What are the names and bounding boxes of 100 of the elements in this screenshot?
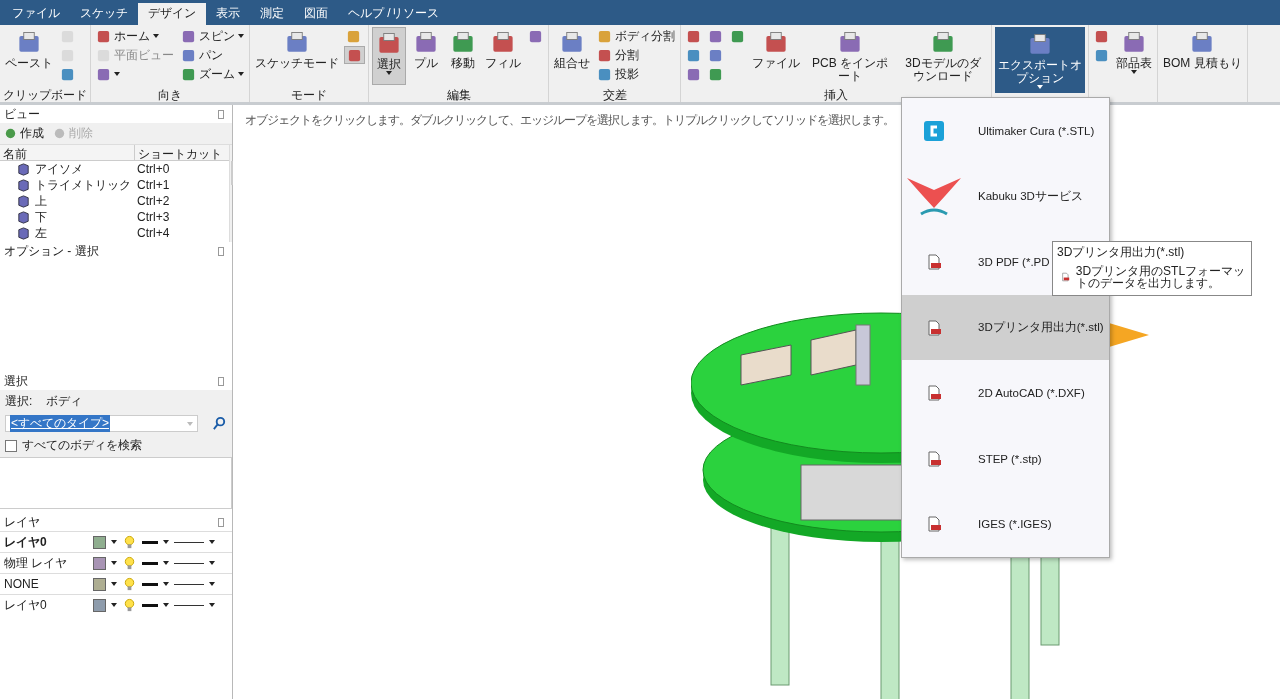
menu-tab[interactable]: スケッチ [70, 3, 138, 25]
ribbon-button[interactable]: 投影 [595, 65, 677, 83]
line-weight-icon[interactable] [142, 540, 158, 544]
tool-icon [181, 66, 196, 82]
line-style-icon[interactable] [174, 541, 204, 543]
view-name[interactable]: 左 [35, 224, 47, 242]
ribbon-button[interactable]: 3Dモデルのダウンロード [898, 27, 988, 85]
selection-value: ボディ [46, 393, 83, 410]
ribbon-button[interactable]: ボディ分割 [595, 27, 677, 45]
menu-item[interactable]: 2D AutoCAD (*.DXF) [902, 360, 1109, 426]
caret-icon[interactable] [163, 582, 169, 586]
color-swatch[interactable] [93, 535, 106, 549]
tool-icon [181, 28, 196, 44]
tool-icon [708, 47, 723, 63]
caret-icon[interactable] [209, 540, 215, 544]
type-dropdown[interactable]: <すべてのタイプ> [5, 415, 198, 432]
color-swatch[interactable] [93, 577, 106, 591]
line-style-icon[interactable] [174, 562, 204, 564]
caret-icon[interactable] [111, 603, 117, 607]
ribbon-button[interactable]: 移動 [446, 27, 480, 85]
lightbulb-icon[interactable] [122, 576, 137, 592]
layer-name[interactable]: 物理 レイヤ [4, 554, 88, 572]
ribbon-button[interactable]: プル [409, 27, 443, 85]
tooltip-title: 3Dプリンタ用出力(*.stl) [1057, 244, 1186, 261]
layer-name[interactable]: レイヤ0 [4, 533, 88, 551]
menu-item[interactable]: Kabuku 3Dサービス [902, 163, 1109, 230]
caret-icon[interactable] [209, 561, 215, 565]
ribbon-button[interactable] [344, 46, 365, 64]
ribbon-button[interactable]: 組合せ [552, 27, 592, 85]
ribbon-button[interactable]: PCB をインポート [805, 27, 895, 85]
ribbon-button[interactable]: BOM 見積もり [1161, 27, 1244, 85]
menu-item[interactable]: IGES (*.IGES) [902, 491, 1109, 558]
line-weight-icon[interactable] [142, 582, 158, 586]
ribbon-button[interactable]: ペースト [3, 27, 55, 85]
caret-icon[interactable] [163, 561, 169, 565]
checkbox[interactable] [5, 439, 17, 452]
ribbon-button[interactable]: エクスポートオプション [995, 27, 1085, 93]
menu-tab[interactable]: 図面 [294, 3, 338, 25]
tool-icon [1094, 47, 1109, 63]
group-label: クリップボード [3, 88, 87, 102]
lightbulb-icon[interactable] [122, 555, 137, 571]
caret-icon[interactable] [111, 561, 117, 565]
view-name[interactable]: アイソメ [35, 160, 83, 178]
ribbon-button[interactable]: ホーム [94, 27, 176, 45]
lightbulb-icon[interactable] [122, 597, 137, 613]
cube-icon [16, 177, 31, 193]
caret-icon[interactable] [111, 582, 117, 586]
ribbon-button[interactable]: 分割 [595, 46, 677, 64]
ribbon-button[interactable]: パン [179, 46, 246, 64]
pin-icon[interactable] [218, 109, 224, 119]
caret-icon[interactable] [111, 540, 117, 544]
shortcut-text: Ctrl+3 [136, 210, 171, 224]
caret-icon[interactable] [209, 582, 215, 586]
ribbon-button[interactable]: 部品表 [1114, 27, 1154, 85]
line-weight-icon[interactable] [142, 561, 158, 565]
view-name[interactable]: 下 [35, 208, 47, 226]
tool-icon [708, 66, 723, 82]
pin-icon[interactable] [218, 376, 224, 386]
color-swatch[interactable] [93, 556, 106, 570]
file-icon [926, 516, 942, 533]
shortcut-text: Ctrl+4 [136, 226, 171, 240]
menu-item[interactable]: Ultimaker Cura (*.STL) [902, 98, 1109, 164]
layer-name[interactable]: NONE [4, 577, 88, 591]
group-label: モード [290, 88, 328, 102]
file-icon [926, 254, 942, 270]
view-name[interactable]: 上 [35, 192, 47, 210]
line-weight-icon[interactable] [142, 603, 158, 607]
ribbon-button[interactable]: ズーム [179, 65, 246, 83]
checkbox-label[interactable]: すべてのボディを検索 [22, 437, 142, 454]
toolbar-button[interactable]: 作成 [3, 125, 44, 142]
menu-tab[interactable]: 表示 [206, 3, 250, 25]
group-label: 交差 [601, 88, 628, 102]
ribbon-button[interactable]: 選択 [372, 27, 406, 85]
ribbon-button[interactable]: フィル [483, 27, 523, 85]
lightbulb-icon[interactable] [122, 534, 137, 550]
pin-icon[interactable] [218, 517, 224, 527]
menu-tab[interactable]: ファイル [2, 3, 70, 25]
column-header[interactable]: 名前 [0, 145, 134, 160]
line-style-icon[interactable] [174, 604, 204, 606]
scrollbar[interactable] [229, 145, 232, 242]
caret-icon[interactable] [209, 603, 215, 607]
file-icon [926, 450, 942, 467]
ribbon-button[interactable]: スピン [179, 27, 246, 45]
caret-icon[interactable] [163, 603, 169, 607]
menu-tab[interactable]: ヘルプ /リソース [338, 3, 449, 25]
search-icon[interactable] [212, 416, 227, 431]
file-icon [926, 385, 942, 402]
color-swatch[interactable] [93, 598, 106, 612]
layer-name[interactable]: レイヤ0 [4, 596, 88, 614]
menu-item[interactable]: STEP (*.stp) [902, 425, 1109, 492]
tool-icon [528, 28, 543, 44]
menu-tab[interactable]: デザイン [138, 3, 206, 25]
line-style-icon[interactable] [174, 583, 204, 585]
view-name[interactable]: トライメトリック [35, 176, 131, 194]
menu-item[interactable]: 3Dプリンタ用出力(*.stl) [902, 294, 1109, 361]
pin-icon[interactable] [218, 246, 224, 256]
caret-icon[interactable] [163, 540, 169, 544]
menu-tab[interactable]: 測定 [250, 3, 294, 25]
ribbon-button[interactable]: ファイル [750, 27, 802, 85]
ribbon-button[interactable]: スケッチモード [253, 27, 341, 85]
